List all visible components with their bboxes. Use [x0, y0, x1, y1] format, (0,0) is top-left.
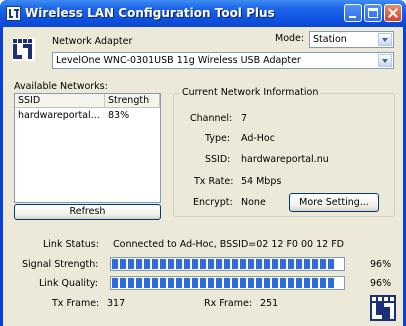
more-setting-button[interactable]: More Setting...	[289, 193, 379, 212]
link-status-value: Connected to Ad-Hoc, BSSID=02 12 F0 00 1…	[113, 239, 344, 250]
channel-label: Channel:	[190, 113, 233, 124]
networks-list-header: SSID Strength	[15, 94, 160, 108]
mode-label: Mode:	[275, 33, 305, 44]
rx-frame-label: Rx Frame:	[204, 298, 253, 309]
networks-list[interactable]: SSID Strength hardwareportal... 83%	[14, 93, 161, 203]
minimize-icon	[349, 16, 356, 18]
refresh-label: Refresh	[69, 206, 106, 217]
adapter-value: LevelOne WNC-0301USB 11g Wireless USB Ad…	[56, 55, 301, 66]
signal-strength-bar	[110, 257, 345, 271]
title-bar[interactable]: Wireless LAN Configuration Tool Plus	[0, 0, 406, 27]
column-strength[interactable]: Strength	[105, 94, 160, 108]
network-strength: 83%	[108, 110, 130, 121]
chevron-down-icon[interactable]	[378, 54, 392, 67]
signal-strength-value: 96%	[370, 259, 392, 270]
link-quality-fill	[112, 278, 334, 288]
adapter-select[interactable]: LevelOne WNC-0301USB 11g Wireless USB Ad…	[52, 52, 394, 69]
type-value: Ad-Hoc	[241, 133, 275, 144]
link-status-label: Link Status:	[43, 239, 99, 250]
available-networks-label: Available Networks:	[14, 81, 108, 92]
tx-frame-label: Tx Frame:	[52, 298, 100, 309]
levelone-logo-icon[interactable]	[6, 6, 21, 21]
channel-value: 7	[241, 113, 248, 124]
link-quality-label: Link Quality:	[39, 278, 98, 289]
signal-strength-fill	[112, 259, 334, 269]
txrate-value: 54 Mbps	[241, 176, 282, 187]
minimize-button[interactable]	[344, 4, 362, 22]
link-quality-bar	[110, 276, 345, 290]
mode-select[interactable]: Station	[309, 31, 394, 48]
encrypt-value: None	[241, 197, 266, 208]
levelone-logo	[12, 38, 35, 61]
app-window: Wireless LAN Configuration Tool Plus Net…	[0, 0, 406, 326]
encrypt-label: Encrypt:	[193, 197, 233, 208]
more-setting-label: More Setting...	[299, 197, 369, 208]
current-network-info-legend: Current Network Information	[180, 87, 321, 98]
window-title: Wireless LAN Configuration Tool Plus	[25, 6, 275, 20]
list-item[interactable]: hardwareportal... 83%	[15, 109, 160, 122]
client-area: Network Adapter Mode: Station LevelOne W…	[3, 27, 403, 326]
link-quality-value: 96%	[370, 278, 392, 289]
refresh-button[interactable]: Refresh	[14, 204, 161, 220]
type-label: Type:	[205, 133, 231, 144]
rx-frame-value: 251	[260, 298, 279, 309]
levelone-corner-logo	[370, 295, 396, 321]
ssid-value: hardwareportal.nu	[241, 154, 329, 165]
network-adapter-label: Network Adapter	[52, 36, 133, 47]
network-ssid: hardwareportal...	[18, 110, 100, 121]
maximize-button[interactable]	[364, 4, 382, 22]
maximize-icon	[368, 8, 378, 18]
signal-strength-label: Signal Strength:	[22, 259, 99, 270]
column-ssid[interactable]: SSID	[15, 94, 105, 108]
txrate-label: Tx Rate:	[194, 176, 234, 187]
ssid-label: SSID:	[205, 154, 231, 165]
mode-value: Station	[313, 34, 347, 45]
tx-frame-value: 317	[107, 298, 126, 309]
chevron-down-icon[interactable]	[378, 33, 392, 46]
close-button[interactable]	[384, 4, 402, 22]
